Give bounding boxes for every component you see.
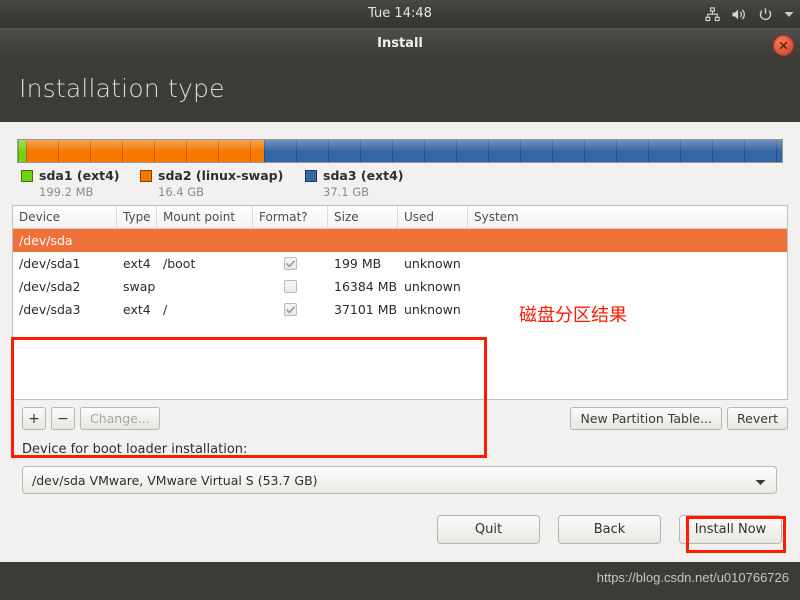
table-row[interactable]: /dev/sda1 ext4/boot 199 MB unknown xyxy=(13,252,787,275)
table-header-row: Device Type Mount point Format? Size Used Syst… xyxy=(13,206,787,229)
panel-indicator-area xyxy=(705,0,794,28)
bootloader-device-value: /dev/sda VMware, VMware Virtual S (53.7 … xyxy=(32,472,318,488)
add-partition-button[interactable]: + xyxy=(22,407,46,430)
remove-partition-button[interactable]: − xyxy=(51,407,75,430)
revert-button[interactable]: Revert xyxy=(727,407,788,430)
cell-format[interactable] xyxy=(253,280,328,293)
volume-icon[interactable] xyxy=(731,7,747,22)
column-header-device[interactable]: Device xyxy=(13,206,117,228)
partition-bar xyxy=(17,139,783,163)
table-row[interactable]: /dev/sda3 ext4 / 37101 MB unknown xyxy=(13,298,787,321)
legend-partition-name: sda3 (ext4) xyxy=(323,168,404,183)
cell-size: 199 MB xyxy=(334,256,382,271)
cell-device: /dev/sda xyxy=(19,233,73,248)
legend-color-swatch xyxy=(140,169,152,182)
cell-device: /dev/sda1 xyxy=(19,256,81,271)
format-checkbox-checked[interactable] xyxy=(284,303,297,316)
legend-partition-size: 16.4 GB xyxy=(158,185,205,199)
partition-edit-toolbar: + − Change... xyxy=(22,407,160,430)
format-checkbox-checked[interactable] xyxy=(284,257,297,270)
partition-legend: sda1 (ext4) 199.2 MB sda2 (linux-swap) 16.4… xyxy=(21,168,781,202)
partition-bar-segment-sda3 xyxy=(263,140,782,162)
clock[interactable]: Tue 14:48 xyxy=(0,0,800,28)
table-row[interactable]: /dev/sda2 swap 16384 MB unknown xyxy=(13,275,787,298)
column-header-mount-point[interactable]: Mount point xyxy=(157,206,253,228)
segment-ticks xyxy=(25,140,264,162)
back-button[interactable]: Back xyxy=(558,515,661,544)
legend-color-swatch xyxy=(305,169,317,182)
change-partition-button[interactable]: Change... xyxy=(80,407,160,430)
bootloader-label: Device for boot loader installation: xyxy=(22,442,248,457)
table-body: /dev/sda/dev/sda1 ext4/boot 199 MB unknown /… xyxy=(13,229,787,321)
column-header-size[interactable]: Size xyxy=(328,206,398,228)
power-icon[interactable] xyxy=(758,7,773,22)
cell-mount-point: /boot xyxy=(163,256,196,271)
system-top-panel: Tue 14:48 xyxy=(0,0,800,28)
cell-device: /dev/sda3 xyxy=(19,302,81,317)
legend-partition-name: sda2 (linux-swap) xyxy=(158,168,284,183)
window-title: Install xyxy=(377,36,423,51)
cell-used: unknown xyxy=(404,302,461,317)
cell-format[interactable] xyxy=(253,257,328,270)
column-header-used[interactable]: Used xyxy=(398,206,468,228)
legend-item-0: sda1 (ext4) 199.2 MB xyxy=(21,168,120,199)
quit-button[interactable]: Quit xyxy=(437,515,540,544)
legend-partition-name: sda1 (ext4) xyxy=(39,168,120,183)
cell-device: /dev/sda2 xyxy=(19,279,81,294)
cell-used: unknown xyxy=(404,256,461,271)
column-header-system[interactable]: System xyxy=(468,206,787,228)
cell-type: ext4 xyxy=(123,302,151,317)
window-titlebar[interactable]: Install xyxy=(0,28,800,59)
legend-partition-size: 37.1 GB xyxy=(323,185,370,199)
cell-format[interactable] xyxy=(253,303,328,316)
cell-type: swap xyxy=(123,279,156,294)
installer-screenshot: Tue 14:48 Install Installation type sda1… xyxy=(0,0,800,600)
cell-mount-point: / xyxy=(163,302,168,317)
close-icon[interactable] xyxy=(773,35,794,56)
partition-table[interactable]: Device Type Mount point Format? Size Used Syst… xyxy=(12,205,788,400)
wizard-navigation: Quit Back Install Now xyxy=(437,515,782,544)
partition-table-actions: New Partition Table... Revert xyxy=(570,407,788,430)
legend-color-swatch xyxy=(21,169,33,182)
cell-size: 16384 MB xyxy=(334,279,398,294)
segment-ticks xyxy=(18,140,26,162)
main-content: sda1 (ext4) 199.2 MB sda2 (linux-swap) 16.4… xyxy=(0,122,800,562)
partition-bar-segment-sda1 xyxy=(18,140,26,162)
format-checkbox-unchecked[interactable] xyxy=(284,280,297,293)
page-title: Installation type xyxy=(19,74,225,103)
partition-bar-segment-sda2 xyxy=(25,140,265,162)
new-partition-table-button[interactable]: New Partition Table... xyxy=(570,407,723,430)
annotation-text-partition-result: 磁盘分区结果 xyxy=(519,305,627,326)
page-header: Installation type xyxy=(0,58,800,122)
footer-bar: https://blog.csdn.net/u010766726 xyxy=(0,562,800,600)
legend-item-1: sda2 (linux-swap) 16.4 GB xyxy=(140,168,283,199)
chevron-down-icon xyxy=(755,471,766,490)
column-header-type[interactable]: Type xyxy=(117,206,157,228)
cell-size: 37101 MB xyxy=(334,302,398,317)
bootloader-device-select[interactable]: /dev/sda VMware, VMware Virtual S (53.7 … xyxy=(22,466,777,494)
legend-item-2: sda3 (ext4) 37.1 GB xyxy=(305,168,404,199)
chevron-down-icon[interactable] xyxy=(784,11,794,18)
segment-ticks xyxy=(263,140,782,162)
column-header-format[interactable]: Format? xyxy=(253,206,328,228)
network-icon[interactable] xyxy=(705,6,720,22)
table-row[interactable]: /dev/sda xyxy=(13,229,787,252)
cell-used: unknown xyxy=(404,279,461,294)
cell-type: ext4 xyxy=(123,256,151,271)
watermark-text: https://blog.csdn.net/u010766726 xyxy=(596,570,789,585)
legend-partition-size: 199.2 MB xyxy=(39,185,94,199)
install-now-button[interactable]: Install Now xyxy=(679,515,782,544)
